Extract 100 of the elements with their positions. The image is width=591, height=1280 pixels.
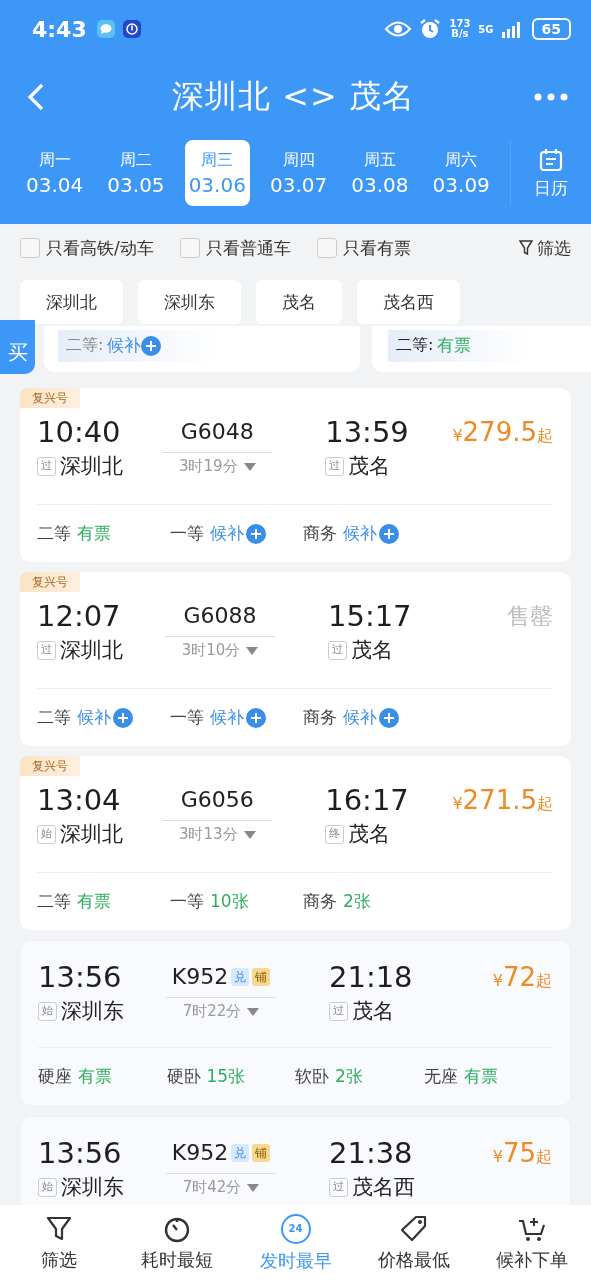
status-time: 4:43 bbox=[32, 16, 87, 42]
clock-icon: 24 bbox=[280, 1213, 311, 1244]
train-card[interactable]: 13:56 始 深圳东 K952 兑 铺 7时42分 21:38 过 茂名西 ¥75起 bbox=[20, 1116, 571, 1205]
departure-station: 深圳北 bbox=[60, 453, 123, 480]
calendar-label: 日历 bbox=[533, 176, 568, 200]
train-type-badge: 复兴号 bbox=[20, 756, 80, 776]
departure-station: 深圳东 bbox=[61, 998, 124, 1025]
seat-class: 商务 bbox=[303, 706, 337, 729]
train-card[interactable]: 13:56 始 深圳东 K952 兑 铺 7时22分 21:18 过 茂名 ¥72起 硬座 有票 硬卧 15张 软卧 2张 无座 有票 bbox=[20, 940, 571, 1106]
train-tag: 兑 bbox=[231, 968, 250, 986]
arrival-station: 茂名 bbox=[348, 821, 391, 848]
station-tag: 过 bbox=[328, 640, 347, 660]
eye-icon bbox=[385, 20, 412, 38]
seat-availability: 有票 bbox=[77, 890, 111, 913]
departure-time: 13:56 bbox=[38, 1135, 123, 1171]
departure-station: 深圳北 bbox=[60, 637, 123, 664]
add-icon[interactable] bbox=[379, 707, 399, 728]
add-icon[interactable] bbox=[379, 523, 399, 544]
add-icon[interactable] bbox=[246, 707, 266, 728]
arrival-station: 茂名 bbox=[352, 998, 394, 1025]
nav-label: 发时最早 bbox=[259, 1248, 332, 1273]
seat-class: 一等 bbox=[170, 706, 204, 729]
seat-availability: 候补 bbox=[210, 522, 244, 545]
station-tag: 终 bbox=[325, 824, 345, 844]
departure-time: 13:04 bbox=[37, 782, 122, 818]
alarm-icon bbox=[419, 18, 442, 40]
nav-label: 筛选 bbox=[41, 1247, 78, 1272]
train-card[interactable]: 复兴号 10:40 过 深圳北 G6048 3时19分 13:59 过 茂名 ¥279.5起 二等 有票 一等 候补 商务 候补 bbox=[20, 388, 571, 562]
train-tag: 铺 bbox=[252, 968, 271, 986]
seat-class: 商务 bbox=[303, 890, 337, 913]
add-icon[interactable] bbox=[113, 707, 133, 728]
network-speed: 173 bbox=[449, 19, 471, 29]
filter-checkbox[interactable]: 只看高铁/动车 bbox=[20, 236, 154, 260]
caret-icon[interactable] bbox=[243, 462, 256, 471]
station-chip[interactable]: 茂名西 bbox=[357, 280, 460, 324]
price: ¥75起 bbox=[492, 1137, 552, 1170]
station-tag: 始 bbox=[37, 824, 56, 844]
add-icon[interactable] bbox=[246, 523, 266, 544]
station-chip[interactable]: 深圳东 bbox=[138, 280, 241, 324]
station-tag: 过 bbox=[329, 1177, 348, 1197]
seat-availability: 候补 bbox=[343, 706, 377, 729]
arrival-time: 21:18 bbox=[329, 959, 414, 995]
seat-availability: 2张 bbox=[343, 890, 371, 913]
seat-availability: 有票 bbox=[78, 1065, 112, 1088]
filter-checkbox[interactable]: 只看普通车 bbox=[179, 236, 291, 260]
price: ¥271.5起 bbox=[452, 784, 553, 817]
duration: 3时19分 bbox=[178, 457, 238, 476]
station-tag: 始 bbox=[38, 1001, 57, 1021]
nav-label: 候补下单 bbox=[495, 1247, 568, 1272]
duration: 3时13分 bbox=[178, 825, 238, 844]
train-tag: 铺 bbox=[252, 1144, 271, 1162]
arrival-station: 茂名 bbox=[348, 453, 391, 480]
seat-class: 软卧 bbox=[295, 1065, 329, 1088]
arrival-station: 茂名西 bbox=[352, 1174, 415, 1201]
calendar-icon bbox=[537, 146, 564, 173]
train-type-badge: 复兴号 bbox=[20, 572, 80, 592]
station-chip[interactable]: 深圳北 bbox=[20, 280, 123, 324]
duration: 7时22分 bbox=[182, 1002, 242, 1021]
seat-availability: 10张 bbox=[210, 890, 249, 913]
arrival-time: 16:17 bbox=[325, 782, 410, 818]
filter-icon bbox=[519, 240, 533, 256]
train-card[interactable]: 复兴号 13:04 始 深圳北 G6056 3时13分 16:17 终 茂名 ¥271.5起 二等 有票 一等 10张 商务 2张 bbox=[20, 756, 571, 930]
seat-class: 商务 bbox=[303, 522, 337, 545]
station-tag: 过 bbox=[325, 456, 345, 476]
seat-availability: 2张 bbox=[335, 1065, 363, 1088]
departure-station: 深圳东 bbox=[61, 1174, 124, 1201]
departure-time: 12:07 bbox=[37, 598, 122, 634]
bottom-nav-item[interactable]: 价格最低 bbox=[354, 1205, 473, 1280]
caret-icon[interactable] bbox=[246, 646, 259, 655]
bottom-nav-item[interactable]: 耗时最短 bbox=[118, 1205, 237, 1280]
seat-availability: 候补 bbox=[343, 522, 377, 545]
duration: 7时42分 bbox=[182, 1178, 242, 1197]
seat-availability: 15张 bbox=[206, 1065, 246, 1088]
filter-checkbox[interactable]: 只看有票 bbox=[316, 236, 411, 260]
seat-class: 硬座 bbox=[38, 1065, 72, 1088]
seat-availability: 有票 bbox=[77, 522, 111, 545]
station-tag: 过 bbox=[37, 640, 56, 660]
chat-app-icon bbox=[96, 20, 115, 38]
nav-label: 价格最低 bbox=[377, 1247, 450, 1272]
nav-label: 耗时最短 bbox=[141, 1247, 214, 1272]
bottom-nav-item[interactable]: 候补下单 bbox=[472, 1205, 591, 1280]
seat-availability: 候补 bbox=[77, 706, 111, 729]
caret-icon[interactable] bbox=[243, 830, 256, 839]
station-chip[interactable]: 茂名 bbox=[256, 280, 342, 324]
caret-icon[interactable] bbox=[247, 1183, 260, 1192]
train-number: G6048 bbox=[180, 418, 254, 446]
duration: 3时10分 bbox=[181, 641, 241, 660]
caret-icon[interactable] bbox=[247, 1007, 260, 1016]
price: ¥72起 bbox=[492, 961, 552, 994]
back-icon bbox=[26, 82, 46, 112]
train-tag: 兑 bbox=[231, 1144, 250, 1162]
seat-class: 无座 bbox=[423, 1065, 458, 1088]
train-card[interactable]: 复兴号 12:07 过 深圳北 G6088 3时10分 15:17 过 茂名 售罄 二等 候补 一等 候补 商务 候补 bbox=[20, 572, 571, 746]
sold-out-label: 售罄 bbox=[507, 602, 553, 631]
speed-unit: B/s bbox=[451, 29, 469, 39]
filter-button[interactable]: 筛选 bbox=[519, 236, 571, 260]
train-number: K952 bbox=[171, 963, 229, 991]
battery-indicator: 65 bbox=[531, 18, 571, 40]
arrival-time: 15:17 bbox=[328, 598, 413, 634]
bottom-nav-item[interactable]: 筛选 bbox=[0, 1205, 119, 1280]
